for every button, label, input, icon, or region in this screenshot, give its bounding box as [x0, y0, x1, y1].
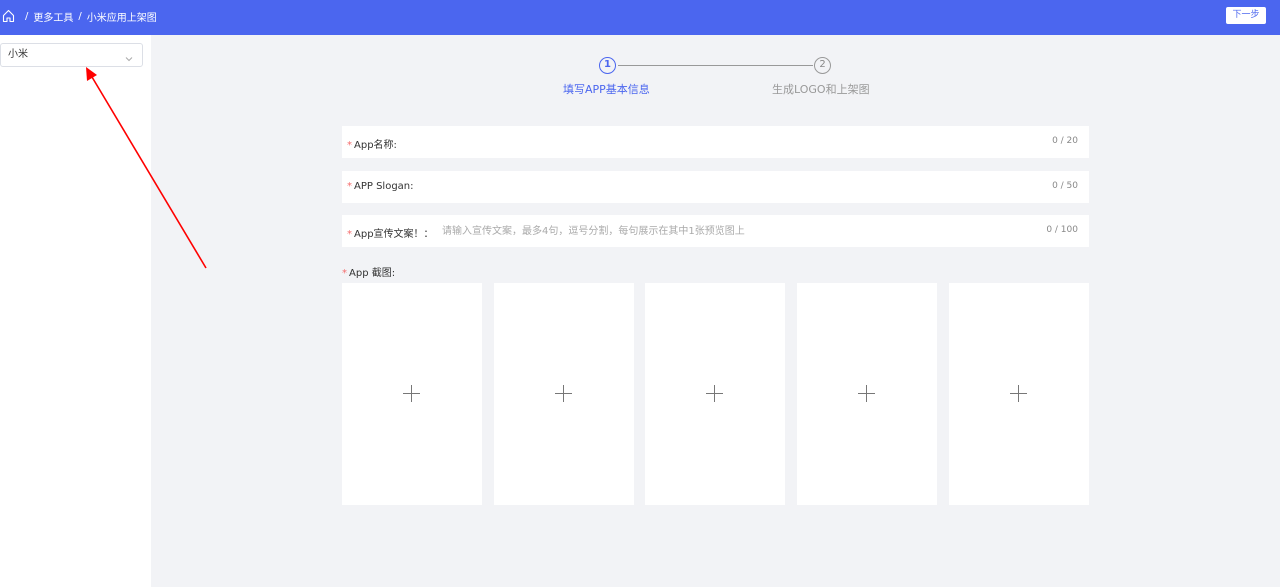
breadcrumb-item-current-page: 小米应用上架图 [86, 12, 157, 24]
step-1-label: 填写APP基本信息 [563, 83, 650, 96]
screenshot-upload-slot[interactable] [645, 283, 785, 505]
next-step-button[interactable]: 下一步 [1226, 7, 1266, 24]
breadcrumb-separator: / [78, 10, 82, 22]
step-2-indicator: 2 [814, 57, 831, 74]
plus-icon [706, 385, 723, 402]
plus-icon [1010, 385, 1027, 402]
plus-icon [403, 385, 420, 402]
steps: 1 2 填写APP基本信息 生成LOGO和上架图 [530, 55, 910, 100]
breadcrumb-item-more-tools[interactable]: 更多工具 [33, 9, 73, 24]
screenshot-upload-slot[interactable] [342, 283, 482, 505]
breadcrumb: / 更多工具 / 小米应用上架图 [2, 8, 157, 24]
app-slogan-field: * APP Slogan: 0 / 50 [342, 171, 1089, 203]
screenshot-upload-slot[interactable] [949, 283, 1089, 505]
app-name-input[interactable] [412, 134, 1012, 150]
screenshot-upload-slot[interactable] [797, 283, 937, 505]
app-promo-count: 0 / 100 [1046, 225, 1078, 235]
home-icon[interactable] [2, 9, 15, 23]
step-1-indicator: 1 [599, 57, 616, 74]
required-mark: * [342, 268, 347, 279]
sidebar: 小米 [0, 35, 151, 587]
app-name-field: * App名称: 0 / 20 [342, 126, 1089, 158]
store-select-value: 小米 [8, 49, 28, 60]
top-bar: / 更多工具 / 小米应用上架图 下一步 [0, 0, 1280, 35]
breadcrumb-separator: / [25, 10, 29, 22]
required-mark: * [347, 181, 352, 192]
app-slogan-label: * APP Slogan: [347, 181, 414, 192]
app-name-count: 0 / 20 [1052, 136, 1078, 146]
chevron-down-icon [125, 50, 133, 62]
screenshots-label: * App 截图: [342, 268, 396, 279]
required-mark: * [347, 140, 352, 151]
screenshot-upload-slot[interactable] [494, 283, 634, 505]
step-connector [618, 65, 813, 66]
step-2-label: 生成LOGO和上架图 [772, 83, 870, 96]
app-slogan-count: 0 / 50 [1052, 181, 1078, 191]
app-promo-input[interactable] [442, 223, 1032, 239]
plus-icon [858, 385, 875, 402]
app-name-label: * App名称: [347, 140, 397, 151]
store-select[interactable]: 小米 [0, 43, 143, 67]
app-slogan-input[interactable] [420, 179, 1010, 195]
plus-icon [555, 385, 572, 402]
required-mark: * [347, 229, 352, 240]
app-promo-field: *App宣传文案！： 0 / 100 [342, 215, 1089, 247]
app-promo-label: * App宣传文案！： [347, 229, 434, 240]
